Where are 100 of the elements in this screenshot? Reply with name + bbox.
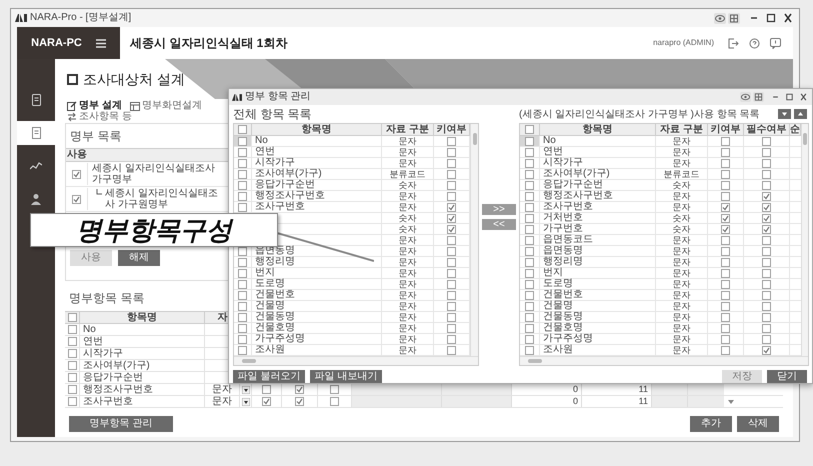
checkbox[interactable] bbox=[447, 236, 456, 244]
checkbox[interactable] bbox=[238, 158, 247, 168]
checkbox[interactable] bbox=[447, 202, 456, 212]
grid-icon[interactable] bbox=[728, 12, 740, 24]
button[interactable]: 삭제 bbox=[737, 416, 779, 432]
checkbox[interactable] bbox=[721, 170, 730, 178]
checkbox[interactable] bbox=[447, 224, 456, 234]
checkbox[interactable] bbox=[762, 192, 771, 200]
checkbox[interactable] bbox=[762, 202, 771, 212]
checkbox[interactable] bbox=[447, 258, 456, 266]
checkbox[interactable] bbox=[295, 385, 304, 394]
checkbox[interactable] bbox=[525, 258, 534, 266]
checkbox[interactable] bbox=[238, 346, 247, 354]
checkbox[interactable] bbox=[721, 214, 730, 222]
checkbox[interactable] bbox=[762, 258, 771, 266]
menu-icon[interactable] bbox=[96, 38, 106, 48]
checkbox[interactable] bbox=[525, 312, 534, 322]
button[interactable]: 파일 내보내기 bbox=[310, 370, 382, 383]
checkbox[interactable] bbox=[762, 236, 771, 244]
checkbox[interactable] bbox=[330, 397, 339, 406]
roster-name[interactable]: 세종시 일자리인식실태조사 가구원명부 bbox=[105, 188, 226, 210]
checkbox[interactable] bbox=[238, 324, 247, 332]
checkbox[interactable] bbox=[447, 158, 456, 168]
checkbox[interactable] bbox=[762, 246, 771, 256]
checkbox[interactable] bbox=[525, 324, 534, 332]
checkbox[interactable] bbox=[238, 334, 247, 344]
checkbox[interactable] bbox=[330, 385, 339, 394]
scrollbar[interactable] bbox=[520, 356, 808, 365]
checkbox[interactable] bbox=[762, 334, 771, 344]
checkbox[interactable] bbox=[721, 192, 730, 200]
checkbox[interactable] bbox=[525, 202, 534, 212]
checkbox[interactable] bbox=[295, 397, 304, 406]
maximize-icon[interactable] bbox=[764, 12, 778, 24]
grid-icon[interactable] bbox=[753, 92, 764, 102]
checkbox[interactable] bbox=[721, 280, 730, 288]
checkbox[interactable] bbox=[721, 324, 730, 332]
checkbox[interactable] bbox=[238, 192, 247, 200]
button[interactable]: 해제 bbox=[118, 250, 160, 266]
help-icon[interactable] bbox=[749, 38, 760, 48]
checkbox[interactable] bbox=[721, 202, 730, 212]
checkbox[interactable] bbox=[721, 148, 730, 156]
checkbox[interactable] bbox=[447, 302, 456, 310]
checkbox[interactable] bbox=[762, 170, 771, 178]
dropdown-icon[interactable] bbox=[242, 398, 250, 406]
checkbox[interactable] bbox=[238, 280, 247, 288]
checkbox[interactable] bbox=[525, 290, 534, 300]
button[interactable]: << bbox=[482, 219, 516, 230]
checkbox[interactable] bbox=[525, 180, 534, 190]
checkbox[interactable] bbox=[525, 280, 534, 288]
close-icon[interactable] bbox=[798, 92, 809, 102]
checkbox[interactable] bbox=[762, 224, 771, 234]
checkbox[interactable] bbox=[721, 246, 730, 256]
checkbox[interactable] bbox=[762, 290, 771, 300]
checkbox[interactable] bbox=[447, 290, 456, 300]
checkbox[interactable] bbox=[262, 385, 271, 394]
checkbox[interactable] bbox=[447, 334, 456, 344]
checkbox[interactable] bbox=[721, 258, 730, 266]
checkbox[interactable] bbox=[721, 302, 730, 310]
checkbox[interactable] bbox=[447, 280, 456, 288]
checkbox[interactable] bbox=[447, 246, 456, 256]
maximize-icon[interactable] bbox=[784, 92, 795, 102]
checkbox[interactable] bbox=[447, 324, 456, 332]
checkbox[interactable] bbox=[721, 312, 730, 322]
checkbox[interactable] bbox=[447, 214, 456, 222]
checkbox[interactable] bbox=[447, 148, 456, 156]
checkbox[interactable] bbox=[447, 268, 456, 278]
checkbox[interactable] bbox=[68, 337, 76, 346]
toolbar-tab[interactable]: 명부 설계 bbox=[67, 100, 122, 111]
checkbox[interactable] bbox=[238, 125, 247, 134]
checkbox[interactable] bbox=[238, 302, 247, 310]
checkbox[interactable] bbox=[238, 136, 247, 146]
checkbox[interactable] bbox=[762, 148, 771, 156]
eye-icon[interactable] bbox=[714, 12, 726, 24]
checkbox[interactable] bbox=[238, 258, 247, 266]
scrollbar[interactable] bbox=[801, 124, 808, 356]
checkbox[interactable] bbox=[238, 180, 247, 190]
checkbox[interactable] bbox=[721, 180, 730, 190]
checkbox[interactable] bbox=[762, 312, 771, 322]
checkbox[interactable] bbox=[525, 136, 534, 146]
checkbox[interactable] bbox=[525, 236, 534, 244]
checkbox[interactable] bbox=[721, 268, 730, 278]
move-down-icon[interactable] bbox=[778, 109, 791, 119]
checkbox[interactable] bbox=[238, 202, 247, 212]
checkbox[interactable] bbox=[447, 170, 456, 178]
checkbox[interactable] bbox=[238, 290, 247, 300]
dropdown-icon[interactable] bbox=[242, 386, 250, 394]
checkbox[interactable] bbox=[447, 180, 456, 190]
checkbox[interactable] bbox=[762, 302, 771, 310]
checkbox[interactable] bbox=[238, 312, 247, 322]
checkbox[interactable] bbox=[525, 170, 534, 178]
checkbox[interactable] bbox=[762, 158, 771, 168]
sidebar-item[interactable] bbox=[17, 121, 55, 145]
checkbox[interactable] bbox=[238, 268, 247, 278]
checkbox[interactable] bbox=[762, 324, 771, 332]
button[interactable]: 파일 불러오기 bbox=[233, 370, 305, 383]
button[interactable]: >> bbox=[482, 204, 516, 215]
move-up-icon[interactable] bbox=[794, 109, 807, 119]
checkbox[interactable] bbox=[721, 290, 730, 300]
checkbox[interactable] bbox=[68, 325, 76, 334]
checkbox[interactable] bbox=[762, 280, 771, 288]
